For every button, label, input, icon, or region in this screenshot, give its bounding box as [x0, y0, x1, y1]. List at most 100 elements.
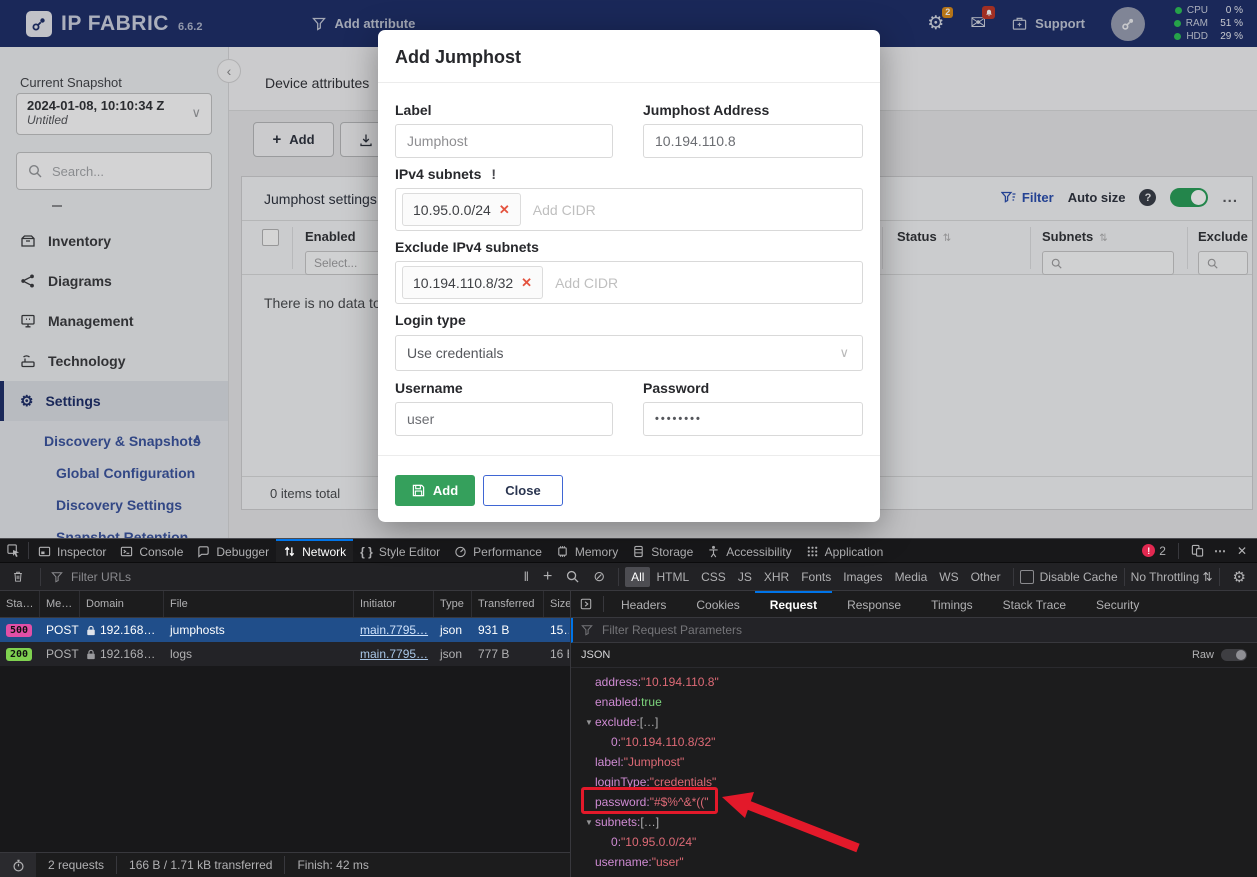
- request-row-logs[interactable]: 200 POST 192.168… logs main.7795… json 7…: [0, 642, 570, 666]
- filter-funnel-icon: [51, 571, 63, 583]
- detail-tab-headers[interactable]: Headers: [606, 591, 681, 617]
- exclude-field[interactable]: 10.194.110.8/32 ✕ Add CIDR: [395, 261, 863, 304]
- search-icon[interactable]: [559, 570, 586, 583]
- json-label: JSON: [581, 649, 610, 661]
- json-row-label[interactable]: label"Jumphost": [571, 752, 1257, 772]
- close-devtools-icon[interactable]: ✕: [1237, 544, 1247, 558]
- modal-close-button[interactable]: Close: [483, 475, 563, 506]
- filter-html[interactable]: HTML: [650, 567, 695, 587]
- json-row-username[interactable]: username"user": [571, 852, 1257, 872]
- detail-tab-request[interactable]: Request: [755, 591, 832, 617]
- filter-urls-input[interactable]: [69, 569, 223, 585]
- disable-cache-checkbox[interactable]: [1020, 570, 1034, 584]
- throttling-select[interactable]: No Throttling ⇅: [1131, 570, 1213, 584]
- detail-tab-stack-trace[interactable]: Stack Trace: [988, 591, 1081, 617]
- password-field[interactable]: [643, 402, 863, 436]
- status-badge-200: 200: [6, 648, 32, 661]
- tab-inspector[interactable]: Inspector: [31, 539, 113, 562]
- column-domain[interactable]: Domain: [80, 591, 164, 617]
- filter-fonts[interactable]: Fonts: [795, 567, 837, 587]
- stopwatch-icon: [12, 859, 25, 872]
- filter-xhr[interactable]: XHR: [758, 567, 795, 587]
- initiator-link[interactable]: main.7795…: [360, 623, 428, 637]
- modal-add-button[interactable]: Add: [395, 475, 475, 506]
- filter-request-parameters-input[interactable]: [600, 622, 824, 638]
- column-type[interactable]: Type: [434, 591, 472, 617]
- username-field[interactable]: [395, 402, 613, 436]
- inspector-icon: [38, 545, 51, 558]
- json-row-subnets-0[interactable]: 0"10.95.0.0/24": [571, 832, 1257, 852]
- subnets-field[interactable]: 10.95.0.0/24 ✕ Add CIDR: [395, 188, 863, 231]
- screenshot-root: IP FABRIC 6.6.2 Add attribute ⚙ 2 ✉ Supp…: [0, 0, 1257, 877]
- filter-images[interactable]: Images: [837, 567, 888, 587]
- detail-tab-timings[interactable]: Timings: [916, 591, 988, 617]
- tab-debugger[interactable]: Debugger: [190, 539, 276, 562]
- json-row-exclude[interactable]: ▼exclude[…]: [571, 712, 1257, 732]
- filter-css[interactable]: CSS: [695, 567, 732, 587]
- responsive-design-icon[interactable]: [1191, 544, 1204, 557]
- raw-toggle[interactable]: [1221, 649, 1247, 661]
- json-section-header: JSON Raw: [571, 643, 1257, 668]
- subnet-tag: 10.95.0.0/24 ✕: [402, 193, 521, 226]
- console-icon: [120, 545, 133, 558]
- tab-application[interactable]: Application: [799, 539, 891, 562]
- expand-triangle-icon[interactable]: ▼: [583, 718, 595, 727]
- tab-performance[interactable]: Performance: [447, 539, 549, 562]
- address-input[interactable]: [644, 125, 862, 157]
- filter-all[interactable]: All: [625, 567, 650, 587]
- initiator-link[interactable]: main.7795…: [360, 647, 428, 661]
- label-field[interactable]: [395, 124, 613, 158]
- filter-media[interactable]: Media: [889, 567, 934, 587]
- filter-js[interactable]: JS: [732, 567, 758, 587]
- trash-icon[interactable]: [12, 570, 24, 583]
- tab-style-editor[interactable]: { } Style Editor: [353, 539, 447, 562]
- column-transferred[interactable]: Transferred: [472, 591, 544, 617]
- password-input[interactable]: [644, 403, 862, 435]
- json-row-exclude-0[interactable]: 0"10.194.110.8/32": [571, 732, 1257, 752]
- filter-ws[interactable]: WS: [933, 567, 964, 587]
- pause-icon[interactable]: ‖: [517, 569, 536, 584]
- detail-tab-security[interactable]: Security: [1081, 591, 1154, 617]
- meatball-menu-icon[interactable]: ⋯: [1214, 544, 1227, 558]
- throttling-status-button[interactable]: [0, 853, 36, 877]
- column-method[interactable]: Me…: [40, 591, 80, 617]
- column-status[interactable]: Sta…: [0, 591, 40, 617]
- login-type-select[interactable]: Use credentials ∨: [395, 335, 863, 371]
- collapse-panel-icon: [580, 598, 592, 610]
- remove-tag-icon[interactable]: ✕: [499, 202, 510, 218]
- tab-console[interactable]: Console: [113, 539, 190, 562]
- tab-accessibility[interactable]: Accessibility: [700, 539, 798, 562]
- column-initiator[interactable]: Initiator: [354, 591, 434, 617]
- pick-element-button[interactable]: [0, 539, 26, 562]
- network-toolbar: ‖ + ⊘ All HTML CSS JS XHR Fonts Images M…: [0, 563, 1257, 591]
- detail-tab-cookies[interactable]: Cookies: [681, 591, 754, 617]
- red-arrow-annotation: [700, 775, 880, 865]
- remove-tag-icon[interactable]: ✕: [521, 275, 532, 291]
- error-icon: !: [1142, 544, 1155, 557]
- error-count-badge[interactable]: ! 2: [1142, 544, 1166, 558]
- username-input[interactable]: [396, 403, 612, 435]
- tab-memory[interactable]: Memory: [549, 539, 625, 562]
- plus-icon[interactable]: +: [536, 568, 559, 586]
- expand-triangle-icon[interactable]: ▼: [583, 818, 595, 827]
- column-size[interactable]: Size: [544, 591, 570, 617]
- block-icon[interactable]: ⊘: [586, 568, 612, 585]
- label-input[interactable]: [396, 125, 612, 157]
- save-icon: [412, 484, 425, 497]
- json-row-subnets[interactable]: ▼subnets[…]: [571, 812, 1257, 832]
- collapse-detail-button[interactable]: [571, 591, 601, 617]
- request-params-filter[interactable]: [571, 618, 1257, 643]
- json-row-address[interactable]: address"10.194.110.8": [571, 672, 1257, 692]
- exclude-tag: 10.194.110.8/32 ✕: [402, 266, 543, 299]
- detail-tab-response[interactable]: Response: [832, 591, 916, 617]
- request-row-jumphosts[interactable]: 500 POST 192.168… jumphosts main.7795… j…: [0, 618, 570, 642]
- json-row-enabled[interactable]: enabledtrue: [571, 692, 1257, 712]
- username-label: Username: [395, 380, 463, 396]
- column-file[interactable]: File: [164, 591, 354, 617]
- address-field[interactable]: [643, 124, 863, 158]
- network-settings-gear-icon[interactable]: ⚙: [1226, 568, 1253, 586]
- finish-time: Finish: 42 ms: [297, 858, 368, 872]
- tab-network[interactable]: Network: [276, 539, 353, 562]
- filter-other[interactable]: Other: [965, 567, 1007, 587]
- tab-storage[interactable]: Storage: [625, 539, 700, 562]
